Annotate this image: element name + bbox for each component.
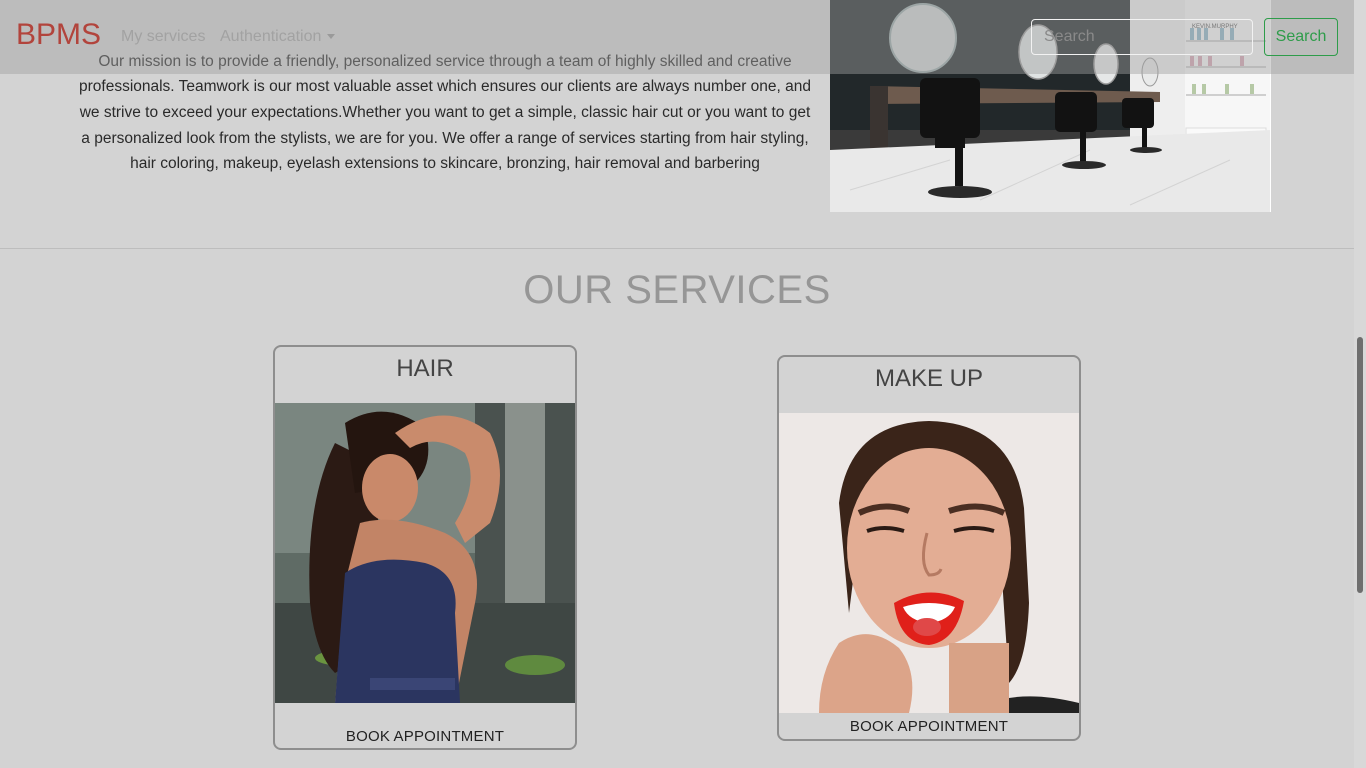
page-scrollbar[interactable] [1354, 0, 1366, 768]
scrollbar-thumb[interactable] [1357, 337, 1363, 593]
nav-link-my-services[interactable]: My services [121, 28, 205, 46]
services-title: OUR SERVICES [523, 268, 831, 312]
search-input[interactable] [1031, 19, 1253, 55]
navbar: BPMS My services Authentication Search [0, 0, 1354, 74]
nav-dropdown-authentication[interactable]: Authentication [220, 28, 336, 46]
service-card-makeup: MAKE UP BOOK APPOINTMENT [777, 355, 1081, 741]
service-card-hair: HAIR BOOK APPOINTMENT [273, 345, 577, 750]
service-card-title: MAKE UP [874, 365, 984, 392]
nav-dropdown-label: Authentication [220, 28, 322, 45]
section-divider [0, 248, 1354, 249]
hair-service-image [275, 403, 575, 703]
makeup-service-image [779, 413, 1079, 713]
book-appointment-button[interactable]: BOOK APPOINTMENT [275, 728, 575, 745]
service-card-title: HAIR [396, 355, 454, 382]
search-button[interactable]: Search [1264, 18, 1338, 56]
caret-down-icon [327, 34, 336, 40]
book-appointment-button[interactable]: BOOK APPOINTMENT [779, 718, 1079, 735]
brand-logo[interactable]: BPMS [16, 18, 101, 52]
